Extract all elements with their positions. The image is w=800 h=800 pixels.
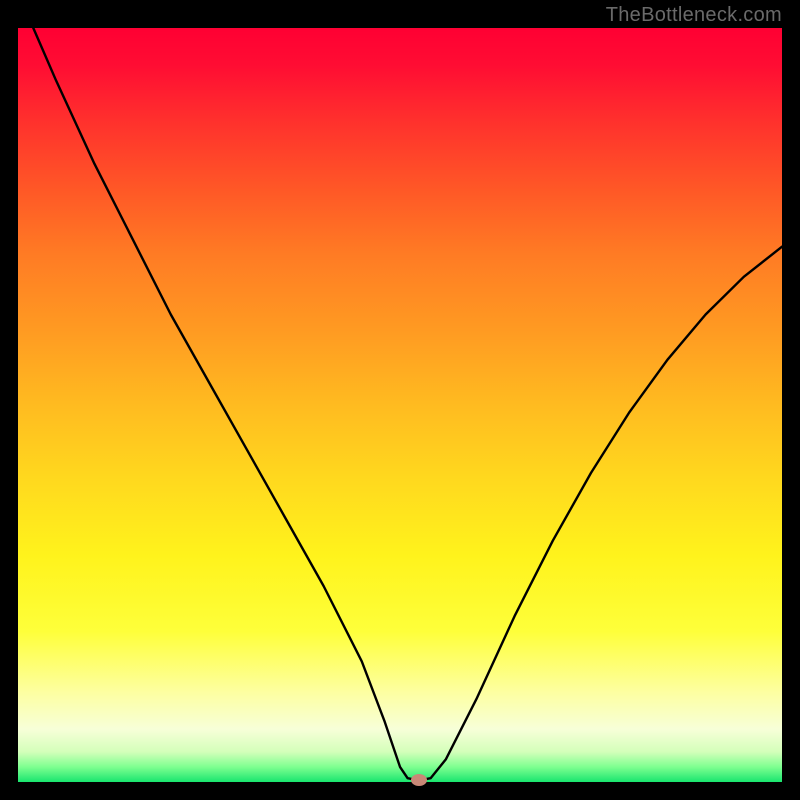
optimum-marker — [411, 774, 427, 786]
chart-curve-svg — [18, 28, 782, 782]
watermark-text: TheBottleneck.com — [606, 4, 782, 27]
bottleneck-curve-line — [33, 28, 782, 780]
chart-plot-area — [18, 28, 782, 782]
